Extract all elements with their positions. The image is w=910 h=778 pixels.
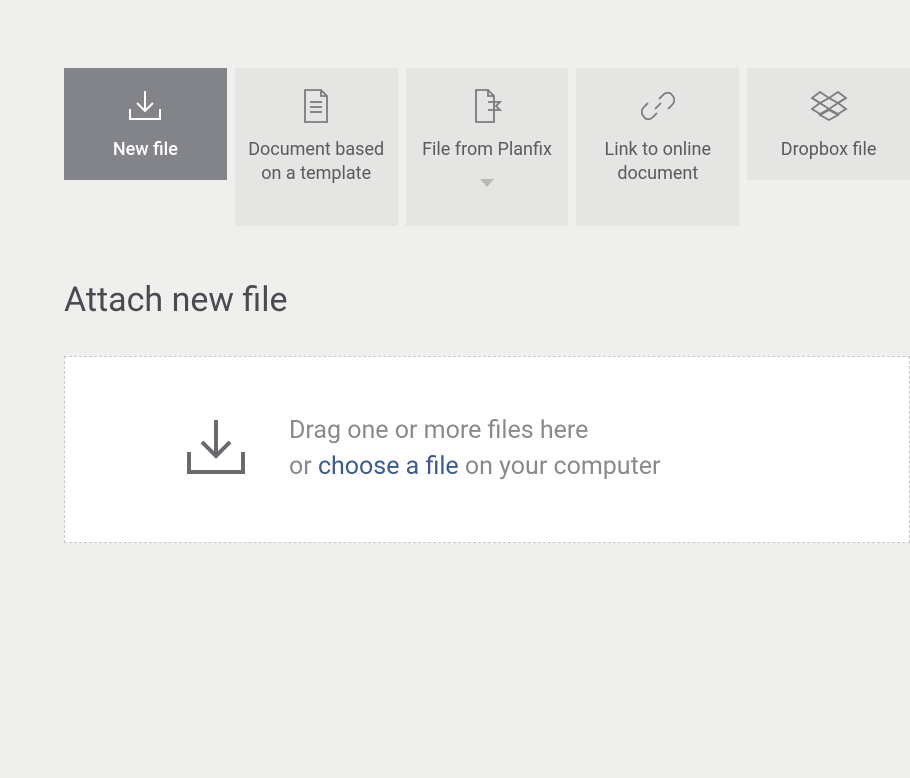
- file-dropzone[interactable]: Drag one or more files here or choose a …: [64, 356, 910, 543]
- tab-label: File from Planfix: [412, 138, 562, 162]
- tab-link-online-document[interactable]: Link to online document: [576, 68, 739, 226]
- dropbox-icon: [810, 86, 848, 126]
- tab-document-template[interactable]: Document based on a template: [235, 68, 398, 226]
- tab-file-from-planfix[interactable]: File from Planfix: [406, 68, 569, 226]
- link-icon: [641, 86, 675, 126]
- page-title: Attach new file: [64, 280, 910, 320]
- tab-new-file[interactable]: New file: [64, 68, 227, 180]
- document-icon: [301, 86, 331, 126]
- file-source-tabs: New file Document based on a template: [64, 68, 910, 226]
- dropzone-line1: Drag one or more files here: [289, 413, 661, 449]
- download-icon: [183, 416, 249, 482]
- tab-dropbox-file[interactable]: Dropbox file: [747, 68, 910, 180]
- choose-file-link[interactable]: choose a file: [318, 452, 459, 481]
- chevron-down-icon: [480, 172, 494, 191]
- tab-label: Document based on a template: [235, 138, 398, 187]
- file-flag-icon: [470, 86, 504, 126]
- download-icon: [126, 86, 164, 126]
- tab-label: Dropbox file: [771, 138, 887, 162]
- tab-label: Link to online document: [576, 138, 739, 187]
- tab-label: New file: [103, 138, 188, 162]
- dropzone-text: Drag one or more files here or choose a …: [289, 413, 661, 486]
- dropzone-line2: or choose a file on your computer: [289, 449, 661, 485]
